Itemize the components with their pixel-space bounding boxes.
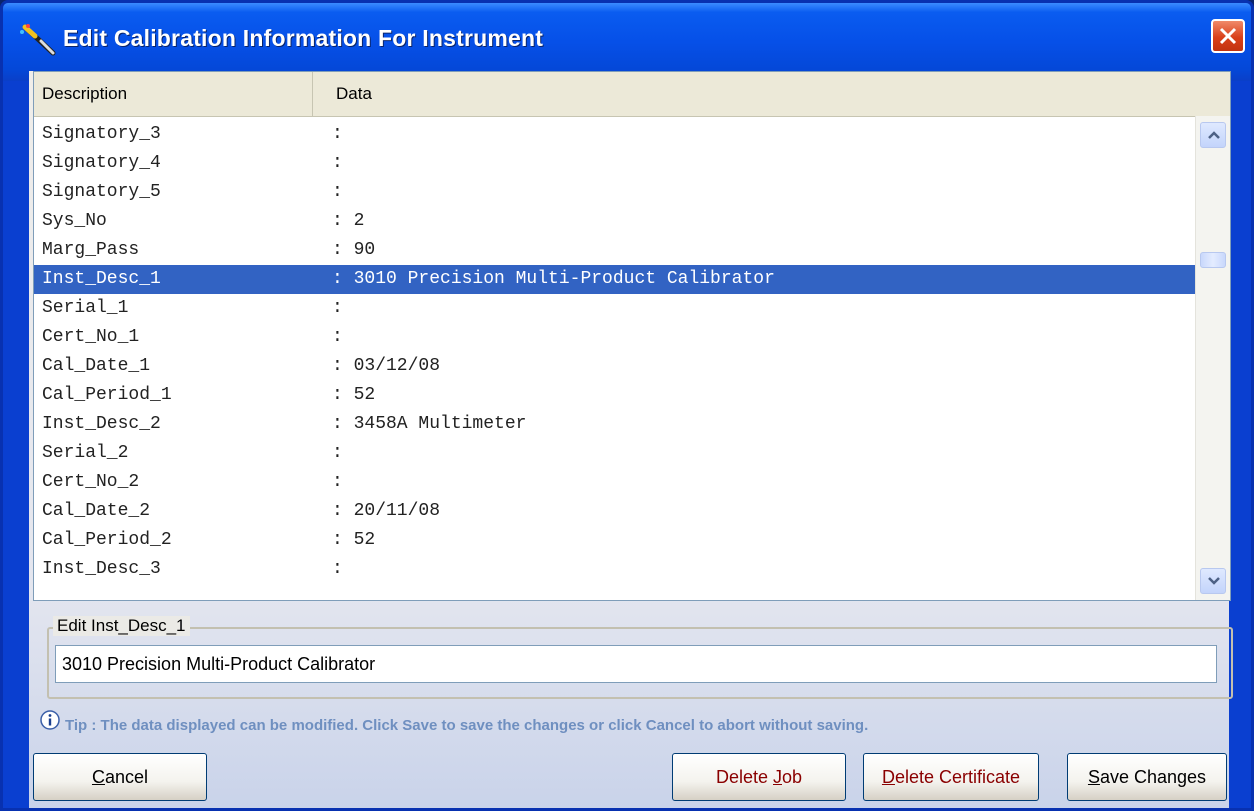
table-row[interactable]: Cal_Period_1 : 52	[34, 381, 1196, 410]
table-row[interactable]: Cal_Date_2 : 20/11/08	[34, 497, 1196, 526]
row-description: Marg_Pass	[42, 240, 140, 260]
row-data: : 52	[332, 530, 376, 550]
chevron-down-icon	[1208, 577, 1220, 585]
table-row[interactable]: Serial_1:	[34, 294, 1196, 323]
row-data: : 3458A Multimeter	[332, 414, 527, 434]
scroll-thumb[interactable]	[1200, 252, 1226, 268]
row-description: Signatory_4	[42, 153, 161, 173]
tip-text: Tip : The data displayed can be modified…	[65, 716, 869, 734]
row-data: :	[332, 327, 343, 347]
row-description: Cert_No_2	[42, 472, 140, 492]
row-data: :	[332, 182, 343, 202]
row-description: Cert_No_1	[42, 327, 140, 347]
table-row[interactable]: Cal_Date_1 : 03/12/08	[34, 352, 1196, 381]
scroll-up-button[interactable]	[1200, 122, 1226, 148]
vertical-scrollbar[interactable]	[1195, 116, 1230, 600]
column-header-data[interactable]: Data	[314, 72, 1200, 116]
row-data: :	[332, 153, 343, 173]
row-description: Inst_Desc_1	[42, 269, 161, 289]
row-data: :	[332, 298, 343, 318]
row-description: Sys_No	[42, 211, 107, 231]
row-description: Cal_Date_2	[42, 501, 151, 521]
table-row-selected[interactable]: Inst_Desc_1 : 3010 Precision Multi-Produc…	[34, 265, 1196, 294]
table-row[interactable]: Inst_Desc_2 : 3458A Multimeter	[34, 410, 1196, 439]
row-description: Inst_Desc_2	[42, 414, 161, 434]
list-header: Description Data	[34, 72, 1230, 117]
data-list[interactable]: Description Data Signatory_3: Signatory_4…	[33, 71, 1231, 601]
table-row[interactable]: Sys_No : 2	[34, 207, 1196, 236]
table-row[interactable]: Signatory_4:	[34, 149, 1196, 178]
row-data: : 20/11/08	[332, 501, 441, 521]
row-data: : 3010 Precision Multi-Product Calibrato…	[332, 269, 775, 289]
edit-group: Edit Inst_Desc_1	[47, 616, 1233, 699]
row-description: Cal_Date_1	[42, 356, 151, 376]
row-data: :	[332, 443, 343, 463]
row-description: Serial_1	[42, 298, 129, 318]
window-title: Edit Calibration Information For Instrum…	[63, 25, 544, 51]
tip-line: Tip : The data displayed can be modified…	[39, 710, 868, 738]
row-data: : 52	[332, 385, 376, 405]
row-description: Cal_Period_2	[42, 530, 172, 550]
scroll-down-button[interactable]	[1200, 568, 1226, 594]
table-row[interactable]: Inst_Desc_3:	[34, 555, 1196, 584]
table-row[interactable]: Cert_No_2:	[34, 468, 1196, 497]
table-row[interactable]: Cal_Period_2 : 52	[34, 526, 1196, 555]
table-row[interactable]: Cert_No_1:	[34, 323, 1196, 352]
table-row[interactable]: Signatory_3:	[34, 120, 1196, 149]
save-changes-button[interactable]: Save Changes	[1067, 753, 1227, 801]
dialog-body: Description Data Signatory_3: Signatory_4…	[29, 71, 1233, 808]
column-header-description[interactable]: Description	[34, 72, 313, 116]
row-data: :	[332, 124, 343, 144]
table-row[interactable]: Serial_2:	[34, 439, 1196, 468]
chevron-up-icon	[1208, 131, 1220, 139]
info-icon	[39, 710, 61, 742]
row-data: : 2	[332, 211, 365, 231]
edit-group-label: Edit Inst_Desc_1	[53, 616, 190, 636]
calibration-tool-icon	[19, 23, 59, 59]
dialog-window: Edit Calibration Information For Instrum…	[0, 0, 1254, 811]
row-data: :	[332, 472, 343, 492]
row-description: Signatory_3	[42, 124, 161, 144]
row-data: : 03/12/08	[332, 356, 441, 376]
row-description: Cal_Period_1	[42, 385, 172, 405]
delete-job-button[interactable]: Delete Job	[672, 753, 846, 801]
row-description: Serial_2	[42, 443, 129, 463]
edit-value-field[interactable]	[55, 645, 1217, 683]
row-data: :	[332, 559, 343, 579]
delete-certificate-button[interactable]: Delete Certificate	[863, 753, 1039, 801]
close-button[interactable]	[1211, 19, 1245, 53]
row-data: : 90	[332, 240, 376, 260]
row-description: Signatory_5	[42, 182, 161, 202]
list-rows: Signatory_3: Signatory_4: Signatory_5: Sys_…	[34, 120, 1196, 596]
close-icon	[1219, 27, 1237, 45]
title-bar[interactable]: Edit Calibration Information For Instrum…	[3, 3, 1251, 81]
table-row[interactable]: Marg_Pass : 90	[34, 236, 1196, 265]
cancel-button[interactable]: Cancel	[33, 753, 207, 801]
table-row[interactable]: Signatory_5:	[34, 178, 1196, 207]
row-description: Inst_Desc_3	[42, 559, 161, 579]
